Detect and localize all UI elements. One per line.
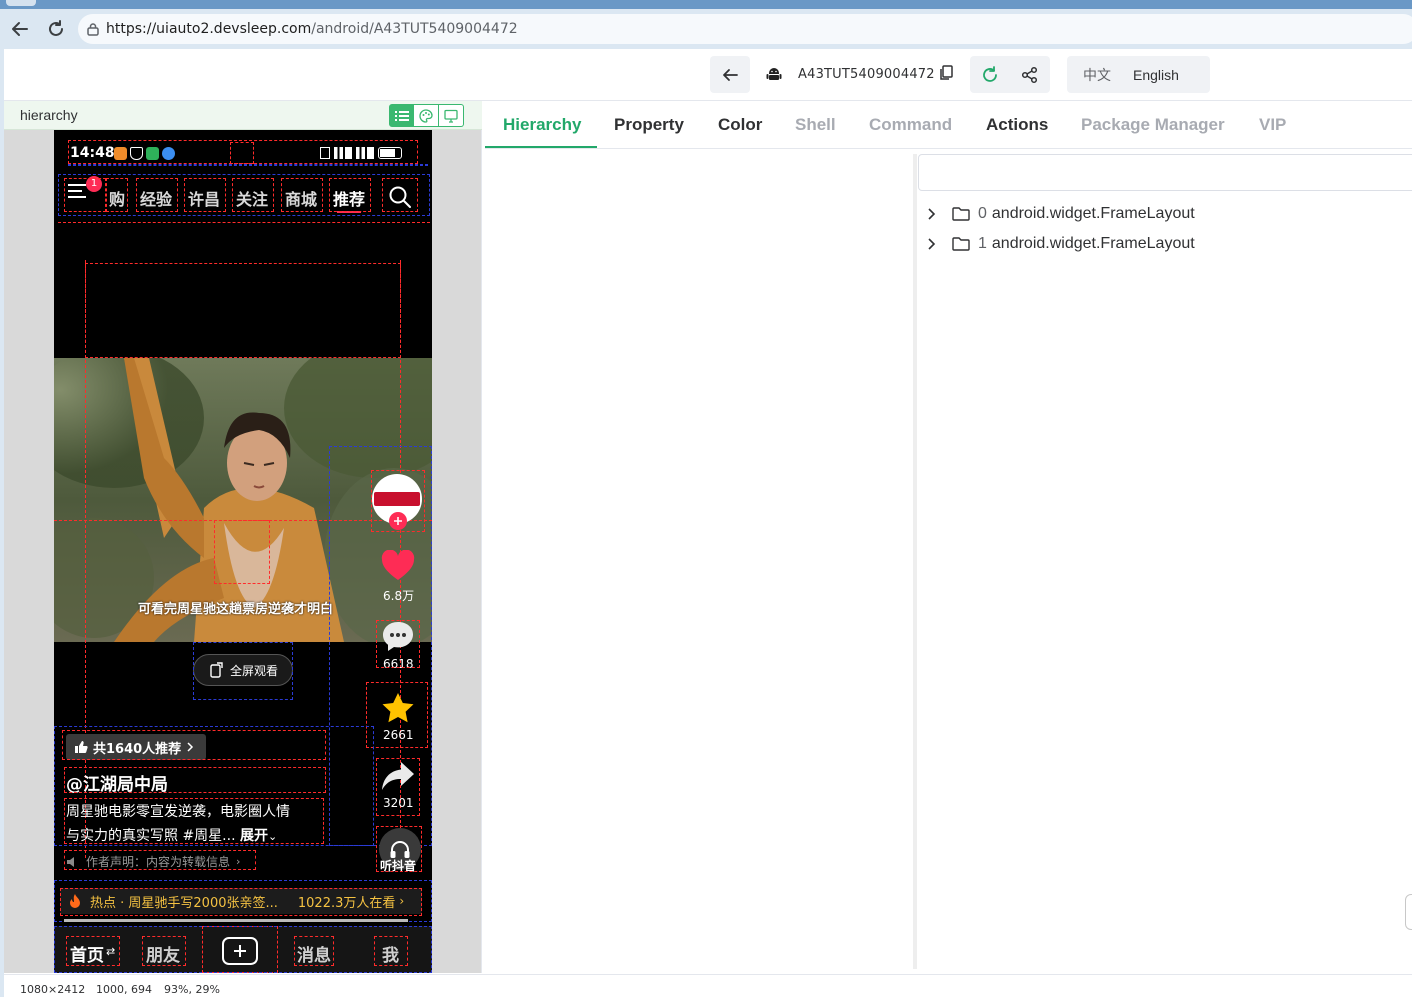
view-mode-group <box>389 104 464 127</box>
language-switch: 中文 English <box>1067 56 1210 93</box>
folder-icon <box>952 207 970 221</box>
folder-icon <box>952 237 970 251</box>
bounds-avatar <box>371 470 425 532</box>
hierarchy-search-input[interactable] <box>918 154 1412 191</box>
bounds-status-slot <box>230 142 254 164</box>
bounds-fullscreen <box>193 642 293 700</box>
bounds-video-center <box>214 520 270 584</box>
tab-actions[interactable]: Actions <box>986 115 1048 135</box>
list-view-button[interactable] <box>389 104 414 127</box>
bounds-bottom-nav <box>54 926 432 973</box>
bounds-topnav <box>58 174 430 216</box>
reload-icon[interactable] <box>42 15 70 43</box>
browser-tab-strip <box>0 0 1412 9</box>
tab-property[interactable]: Property <box>614 115 684 135</box>
side-drawer-handle[interactable] <box>1405 894 1412 930</box>
bounds-desc-container <box>54 726 374 846</box>
android-icon <box>766 66 782 87</box>
browser-toolbar: https://uiauto2.devsleep.com/android/A43… <box>0 9 1412 49</box>
back-arrow-icon[interactable] <box>6 15 34 43</box>
refresh-button[interactable] <box>970 65 1010 84</box>
preview-toolbar: hierarchy <box>4 101 482 130</box>
bounds-topnav-line <box>58 222 430 240</box>
list-icon <box>394 110 409 121</box>
screen-resolution: 1080×2412 <box>20 983 86 996</box>
refresh-icon <box>983 65 997 82</box>
cursor-coords: 1000, 694 <box>96 983 152 996</box>
tab-vip[interactable]: VIP <box>1259 115 1286 135</box>
lang-zh-button[interactable]: 中文 <box>1067 65 1127 85</box>
device-screen[interactable]: 14:48 1 购 经验 许昌 关注 商城 推荐 可看完周星驰这趟票房逆袭才明白… <box>54 130 432 973</box>
palette-icon <box>419 108 433 123</box>
tab-package-manager[interactable]: Package Manager <box>1081 115 1225 135</box>
tree-node[interactable]: 0 android.widget.FrameLayout <box>925 203 1195 225</box>
tab-command[interactable]: Command <box>869 115 952 135</box>
chevron-right-icon[interactable] <box>925 207 939 221</box>
bounds-listen <box>376 826 422 872</box>
tab-hierarchy[interactable]: Hierarchy <box>503 115 581 135</box>
screen-view-button[interactable] <box>439 104 464 127</box>
like-count: 6.8万 <box>383 589 415 603</box>
device-serial: A43TUT5409004472 <box>798 67 935 82</box>
monitor-icon <box>444 109 458 123</box>
progress-fill <box>64 919 408 922</box>
bounds-comment <box>376 620 420 668</box>
tree-node-label: android.widget.FrameLayout <box>991 235 1195 252</box>
panel-splitter[interactable] <box>913 154 917 969</box>
tree-node-label: android.widget.FrameLayout <box>991 205 1195 222</box>
back-button[interactable] <box>710 56 750 93</box>
panel-title: hierarchy <box>20 107 78 123</box>
tab-active-indicator <box>485 146 597 148</box>
like-button[interactable] <box>381 549 415 587</box>
heart-icon <box>381 549 415 580</box>
tree-node-index: 0 <box>978 205 987 222</box>
bounds-favorite <box>366 682 428 748</box>
device-action-group <box>970 56 1050 93</box>
app-header: A43TUT5409004472 中文 English <box>4 49 1412 101</box>
url-path: /android/A43TUT5409004472 <box>311 21 518 37</box>
chevron-right-icon[interactable] <box>925 237 939 251</box>
site-info-icon[interactable] <box>86 22 100 36</box>
share-button[interactable] <box>1010 66 1050 84</box>
bounds-hot-container <box>54 880 432 922</box>
bounds-share <box>376 758 420 816</box>
address-bar[interactable]: https://uiauto2.devsleep.com/android/A43… <box>78 14 1412 44</box>
browser-tab[interactable] <box>6 0 36 6</box>
progress-track[interactable] <box>64 919 408 922</box>
url-text: https://uiauto2.devsleep.com/android/A43… <box>106 21 518 37</box>
tab-color[interactable]: Color <box>718 115 762 135</box>
share-icon <box>1021 66 1038 83</box>
bounds-status-divider <box>68 164 428 166</box>
palette-view-button[interactable] <box>414 104 439 127</box>
arrow-left-icon <box>723 68 738 81</box>
status-bar: 1080×2412 1000, 694 93%, 29% <box>4 974 1412 997</box>
tree-node-index: 1 <box>978 235 987 252</box>
copy-icon[interactable] <box>939 65 953 86</box>
url-host: https://uiauto2.devsleep.com <box>106 21 312 37</box>
tab-shell[interactable]: Shell <box>795 115 836 135</box>
bounds-notice <box>64 850 256 870</box>
lang-en-button[interactable]: English <box>1127 67 1195 83</box>
tree-node[interactable]: 1 android.widget.FrameLayout <box>925 233 1195 255</box>
cursor-percent: 93%, 29% <box>164 983 220 996</box>
tab-bar: Hierarchy Property Color Shell Command A… <box>485 101 1412 149</box>
